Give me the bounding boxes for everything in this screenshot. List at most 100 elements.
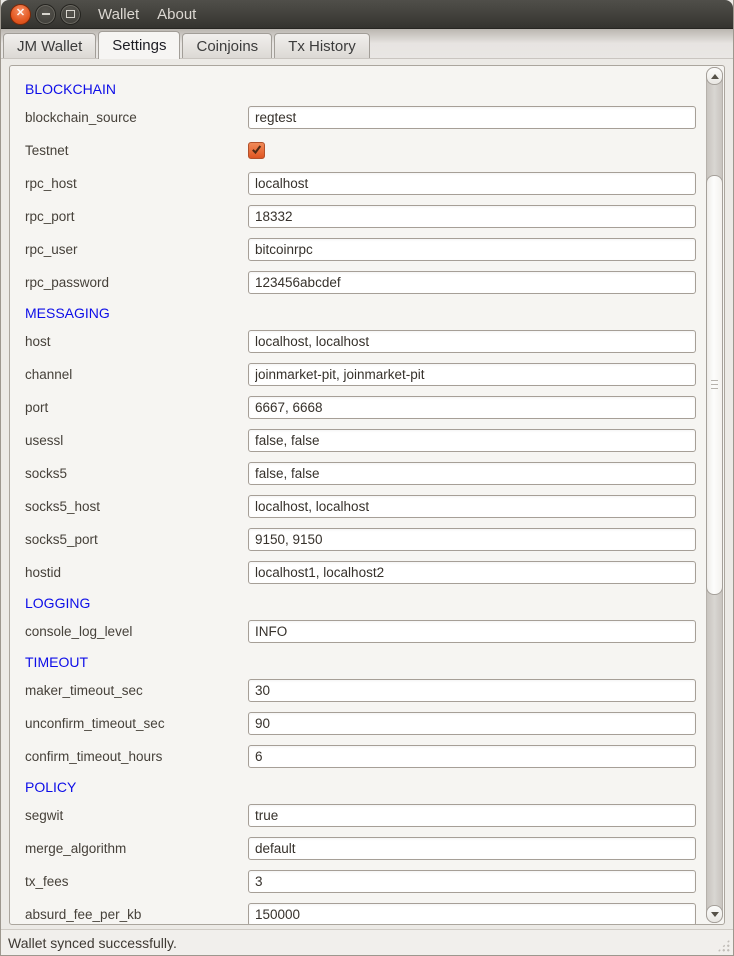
field-row: merge_algorithm: [25, 837, 696, 860]
field-row: unconfirm_timeout_sec: [25, 712, 696, 735]
field-row: blockchain_source: [25, 106, 696, 129]
rpc-password-input[interactable]: [248, 271, 696, 294]
field-label: Testnet: [25, 143, 248, 158]
field-label: tx_fees: [25, 874, 248, 889]
section-header-blockchain: BLOCKCHAIN: [25, 80, 724, 98]
titlebar: ✕ Wallet About: [1, 0, 733, 29]
field-row: confirm_timeout_hours: [25, 745, 696, 768]
rpc-port-input[interactable]: [248, 205, 696, 228]
field-label: channel: [25, 367, 248, 382]
field-label: confirm_timeout_hours: [25, 749, 248, 764]
settings-pane: BLOCKCHAIN blockchain_source Testnet rpc…: [1, 58, 733, 929]
tx-fees-input[interactable]: [248, 870, 696, 893]
maximize-icon: [66, 10, 75, 18]
close-icon: ✕: [16, 8, 25, 19]
checkmark-icon: [250, 143, 263, 156]
hostid-input[interactable]: [248, 561, 696, 584]
unconfirm-timeout-sec-input[interactable]: [248, 712, 696, 735]
field-label: host: [25, 334, 248, 349]
minimize-icon: [42, 13, 50, 15]
field-label: port: [25, 400, 248, 415]
field-label: usessl: [25, 433, 248, 448]
tab-settings[interactable]: Settings: [98, 31, 180, 59]
menu-wallet[interactable]: Wallet: [89, 1, 148, 28]
field-row: channel: [25, 363, 696, 386]
tab-coinjoins[interactable]: Coinjoins: [182, 33, 272, 58]
blockchain-source-input[interactable]: [248, 106, 696, 129]
field-row: maker_timeout_sec: [25, 679, 696, 702]
status-bar: Wallet synced successfully.: [1, 929, 733, 955]
field-row: rpc_host: [25, 172, 696, 195]
field-row: socks5_host: [25, 495, 696, 518]
field-row: console_log_level: [25, 620, 696, 643]
field-label: rpc_user: [25, 242, 248, 257]
scroll-up-button[interactable]: [706, 67, 723, 85]
menubar: Wallet About: [89, 1, 205, 28]
field-label: console_log_level: [25, 624, 248, 639]
port-input[interactable]: [248, 396, 696, 419]
field-row: Testnet: [25, 139, 696, 162]
scrollbar-grip-icon: [711, 380, 718, 389]
scrollbar-thumb[interactable]: [706, 175, 723, 595]
field-label: absurd_fee_per_kb: [25, 907, 248, 922]
console-log-level-input[interactable]: [248, 620, 696, 643]
socks5-port-input[interactable]: [248, 528, 696, 551]
field-row: rpc_user: [25, 238, 696, 261]
field-row: port: [25, 396, 696, 419]
field-label: socks5_port: [25, 532, 248, 547]
resize-grip[interactable]: [717, 939, 730, 952]
section-header-logging: LOGGING: [25, 594, 724, 612]
field-row: hostid: [25, 561, 696, 584]
rpc-user-input[interactable]: [248, 238, 696, 261]
socks5-host-input[interactable]: [248, 495, 696, 518]
scroll-down-button[interactable]: [706, 905, 723, 923]
field-label: unconfirm_timeout_sec: [25, 716, 248, 731]
tab-tx-history[interactable]: Tx History: [274, 33, 370, 58]
field-row: host: [25, 330, 696, 353]
vertical-scrollbar[interactable]: [706, 67, 723, 923]
socks5-input[interactable]: [248, 462, 696, 485]
field-label: blockchain_source: [25, 110, 248, 125]
maker-timeout-sec-input[interactable]: [248, 679, 696, 702]
field-row: socks5_port: [25, 528, 696, 551]
absurd-fee-per-kb-input[interactable]: [248, 903, 696, 925]
field-label: merge_algorithm: [25, 841, 248, 856]
arrow-up-icon: [711, 74, 719, 79]
field-row: usessl: [25, 429, 696, 452]
field-row: rpc_port: [25, 205, 696, 228]
field-row: absurd_fee_per_kb: [25, 903, 696, 925]
maximize-button[interactable]: [60, 4, 81, 25]
section-header-policy: POLICY: [25, 778, 724, 796]
field-label: rpc_host: [25, 176, 248, 191]
field-label: socks5_host: [25, 499, 248, 514]
channel-input[interactable]: [248, 363, 696, 386]
segwit-input[interactable]: [248, 804, 696, 827]
confirm-timeout-hours-input[interactable]: [248, 745, 696, 768]
status-message: Wallet synced successfully.: [8, 935, 177, 951]
field-label: hostid: [25, 565, 248, 580]
host-input[interactable]: [248, 330, 696, 353]
field-row: socks5: [25, 462, 696, 485]
usessl-input[interactable]: [248, 429, 696, 452]
app-window: ✕ Wallet About JM Wallet Settings Coinjo…: [0, 0, 734, 956]
arrow-down-icon: [711, 912, 719, 917]
section-header-messaging: MESSAGING: [25, 304, 724, 322]
field-label: socks5: [25, 466, 248, 481]
tab-jm-wallet[interactable]: JM Wallet: [3, 33, 96, 58]
minimize-button[interactable]: [35, 4, 56, 25]
field-label: rpc_port: [25, 209, 248, 224]
close-button[interactable]: ✕: [10, 4, 31, 25]
field-label: maker_timeout_sec: [25, 683, 248, 698]
testnet-checkbox[interactable]: [248, 142, 265, 159]
section-header-timeout: TIMEOUT: [25, 653, 724, 671]
field-row: segwit: [25, 804, 696, 827]
settings-scroll-area: BLOCKCHAIN blockchain_source Testnet rpc…: [9, 65, 725, 925]
rpc-host-input[interactable]: [248, 172, 696, 195]
field-row: tx_fees: [25, 870, 696, 893]
tab-bar: JM Wallet Settings Coinjoins Tx History: [1, 29, 733, 58]
field-label: rpc_password: [25, 275, 248, 290]
merge-algorithm-input[interactable]: [248, 837, 696, 860]
field-row: rpc_password: [25, 271, 696, 294]
settings-form: BLOCKCHAIN blockchain_source Testnet rpc…: [10, 66, 724, 925]
menu-about[interactable]: About: [148, 1, 205, 28]
